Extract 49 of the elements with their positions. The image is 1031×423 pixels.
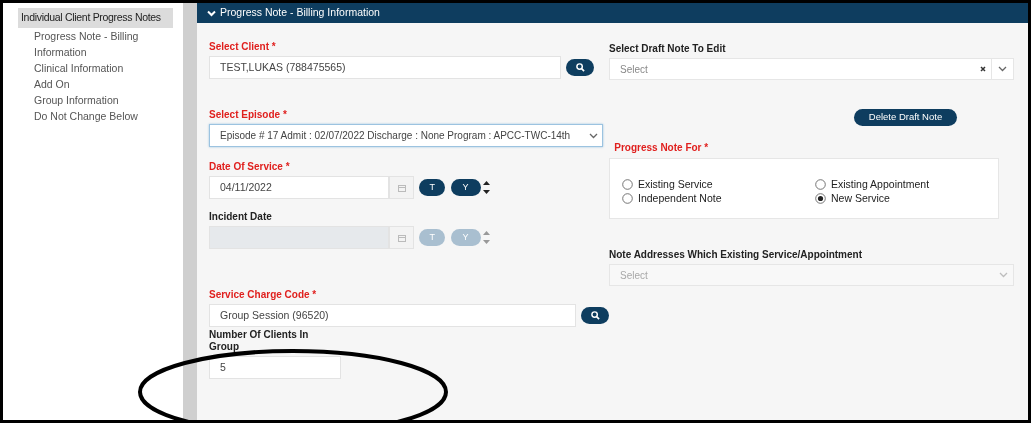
radio-label: New Service: [831, 191, 890, 205]
sidebar-item[interactable]: Individual Client Progress Notes: [18, 8, 173, 28]
select-value: Episode # 17 Admit : 02/07/2022 Discharge : None Program : APCC-TWC-14th: [220, 129, 572, 143]
section-header[interactable]: Progress Note - Billing Information: [197, 3, 1028, 23]
field-label: Note Addresses Which Existing Service/Appointment: [609, 249, 863, 261]
sidebar-item[interactable]: Progress Note - Billing Information: [18, 27, 158, 60]
section-title: Progress Note - Billing Information: [220, 5, 380, 21]
input-field[interactable]: 5: [209, 356, 341, 379]
sidebar-item[interactable]: Do Not Change Below: [18, 107, 158, 124]
field-label: Select Client *: [209, 41, 277, 53]
calendar-icon: [397, 233, 406, 242]
radio-button[interactable]: [622, 178, 633, 190]
input-field[interactable]: TEST,LUKAS (788475565): [209, 56, 561, 79]
select-placeholder: Select: [620, 268, 649, 283]
field-label: Select Draft Note To Edit: [609, 43, 727, 55]
yesterday-button[interactable]: Y: [450, 179, 481, 196]
radio-label: Independent Note: [638, 191, 722, 205]
radio-button[interactable]: [815, 178, 826, 190]
sidebar-item[interactable]: Clinical Information: [18, 59, 158, 76]
field-label: Service Charge Code *: [209, 289, 318, 301]
sidebar-item[interactable]: Add On: [18, 75, 158, 92]
radio-button[interactable]: [815, 192, 826, 204]
delete-draft-button[interactable]: Delete Draft Note: [854, 109, 957, 126]
radio-label: Existing Service: [638, 177, 713, 191]
sidebar-item[interactable]: Group Information: [18, 91, 158, 108]
input-field[interactable]: Group Session (96520): [209, 304, 576, 327]
radio-button[interactable]: [622, 192, 633, 204]
calendar-button[interactable]: [389, 176, 414, 199]
search-button[interactable]: [566, 59, 595, 76]
search-icon: [590, 311, 600, 320]
chevron-icon: [207, 9, 216, 17]
select-placeholder: Select: [620, 62, 649, 77]
spinner-icon[interactable]: [483, 180, 491, 195]
chevron-icon: [589, 132, 598, 139]
search-icon: [575, 63, 585, 72]
calendar-button[interactable]: [389, 226, 414, 249]
calendar-icon: [397, 183, 406, 192]
today-button[interactable]: T: [419, 179, 446, 196]
select-field[interactable]: Episode # 17 Admit : 02/07/2022 Discharge : None Program : APCC-TWC-14th: [209, 124, 603, 147]
field-label: Date Of Service *: [209, 161, 291, 173]
radio-label: Existing Appointment: [831, 177, 930, 191]
field-label: Progress Note For *: [614, 142, 710, 155]
field-label: Select Episode *: [209, 109, 288, 121]
search-button[interactable]: [581, 307, 609, 324]
select-field[interactable]: Select: [609, 58, 1014, 80]
field-label: Number Of Clients In Group: [209, 329, 310, 353]
date-field[interactable]: 04/11/2022: [209, 176, 389, 199]
clear-icon[interactable]: [979, 66, 986, 72]
field-label: Incident Date: [209, 211, 273, 223]
